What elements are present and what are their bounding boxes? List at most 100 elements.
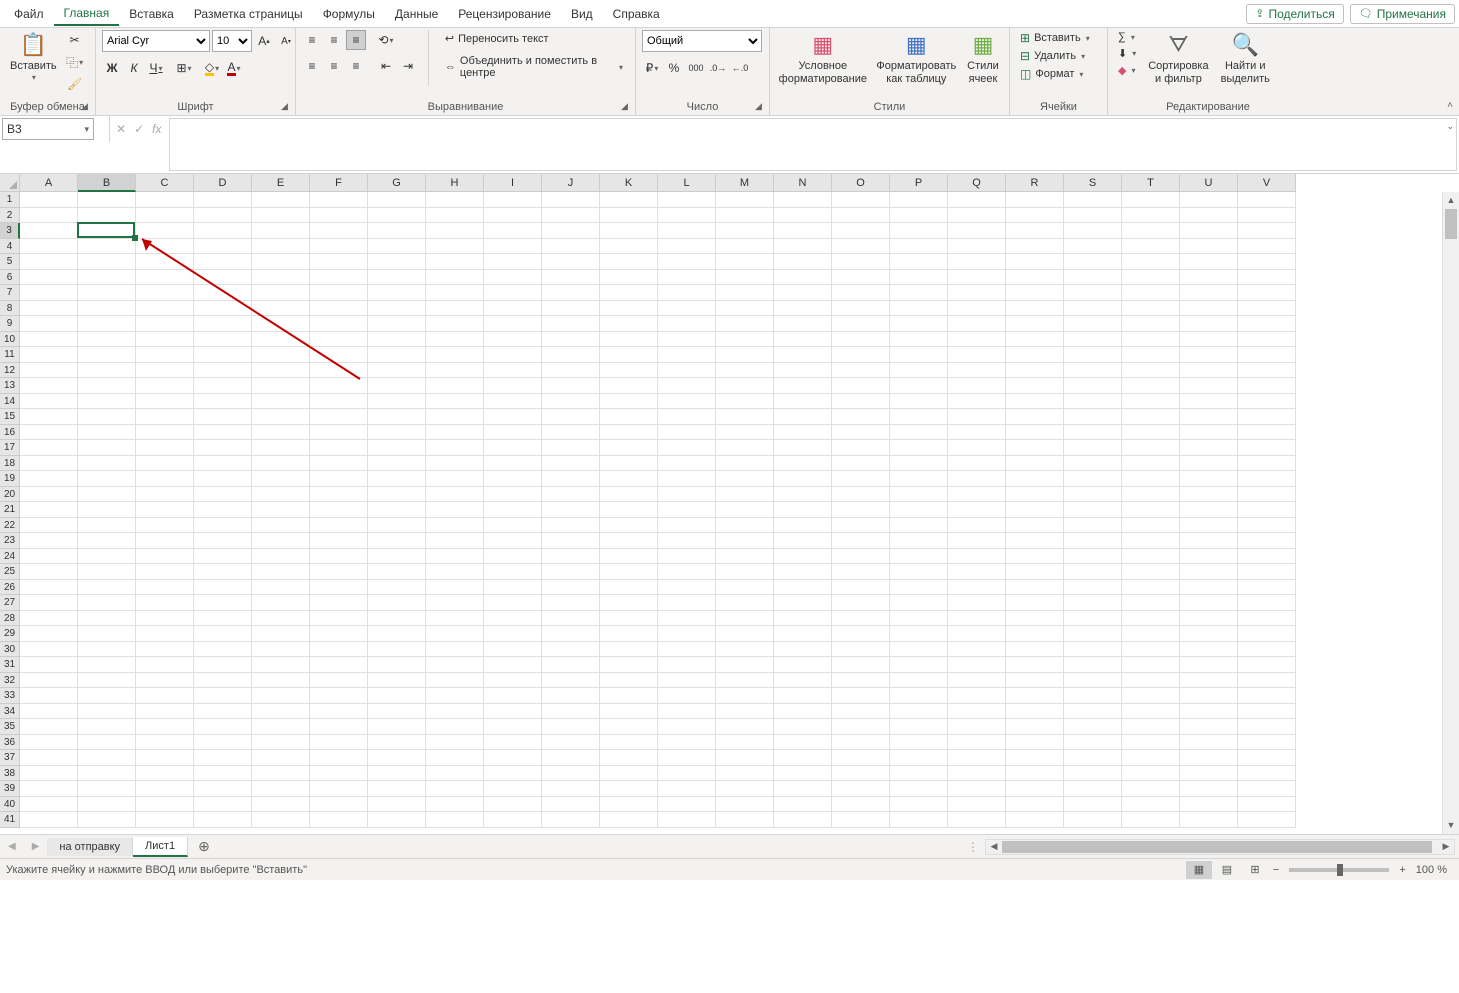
menu-data[interactable]: Данные bbox=[385, 3, 448, 25]
increase-indent-button[interactable]: ⇥ bbox=[398, 56, 418, 76]
row-header-24[interactable]: 24 bbox=[0, 549, 20, 565]
percent-button[interactable]: % bbox=[664, 58, 684, 78]
align-top-button[interactable]: ≡ bbox=[302, 30, 322, 50]
column-header-G[interactable]: G bbox=[368, 174, 426, 192]
row-header-41[interactable]: 41 bbox=[0, 812, 20, 828]
increase-decimal-button[interactable]: .0→ bbox=[708, 58, 728, 78]
find-select-button[interactable]: 🔍 Найти и выделить bbox=[1217, 30, 1274, 88]
paste-button[interactable]: 📋 Вставить ▾ bbox=[6, 30, 61, 84]
row-header-36[interactable]: 36 bbox=[0, 735, 20, 751]
column-header-B[interactable]: B bbox=[78, 174, 136, 192]
orientation-button[interactable]: ⟲▾ bbox=[376, 30, 396, 50]
cut-button[interactable]: ✂ bbox=[65, 30, 85, 50]
merge-center-button[interactable]: ⇔Объединить и поместить в центре▾ bbox=[439, 53, 629, 81]
column-header-T[interactable]: T bbox=[1122, 174, 1180, 192]
menu-review[interactable]: Рецензирование bbox=[448, 3, 561, 25]
page-layout-view-button[interactable]: ▤ bbox=[1214, 861, 1240, 879]
borders-button[interactable]: ⊞▾ bbox=[174, 58, 194, 78]
enter-formula-button[interactable]: ✓ bbox=[134, 122, 144, 136]
row-header-38[interactable]: 38 bbox=[0, 766, 20, 782]
row-header-7[interactable]: 7 bbox=[0, 285, 20, 301]
column-header-D[interactable]: D bbox=[194, 174, 252, 192]
column-header-A[interactable]: A bbox=[20, 174, 78, 192]
row-header-22[interactable]: 22 bbox=[0, 518, 20, 534]
tab-split-handle[interactable]: ⋮ bbox=[961, 840, 985, 854]
row-header-13[interactable]: 13 bbox=[0, 378, 20, 394]
row-header-40[interactable]: 40 bbox=[0, 797, 20, 813]
row-header-32[interactable]: 32 bbox=[0, 673, 20, 689]
decrease-font-button[interactable]: A▾ bbox=[276, 31, 296, 51]
column-header-J[interactable]: J bbox=[542, 174, 600, 192]
select-all-corner[interactable] bbox=[0, 174, 20, 192]
scroll-down-button[interactable]: ▼ bbox=[1443, 817, 1459, 834]
row-header-10[interactable]: 10 bbox=[0, 332, 20, 348]
format-painter-button[interactable]: 🖌 bbox=[65, 74, 85, 94]
menu-formulas[interactable]: Формулы bbox=[313, 3, 385, 25]
cells-area[interactable] bbox=[20, 192, 1296, 828]
zoom-in-button[interactable]: + bbox=[1395, 864, 1409, 876]
menu-help[interactable]: Справка bbox=[603, 3, 670, 25]
column-header-O[interactable]: O bbox=[832, 174, 890, 192]
font-color-button[interactable]: A▾ bbox=[224, 58, 244, 78]
increase-font-button[interactable]: A▴ bbox=[254, 31, 274, 51]
align-bottom-button[interactable]: ≡ bbox=[346, 30, 366, 50]
menu-page-layout[interactable]: Разметка страницы bbox=[184, 3, 313, 25]
zoom-slider[interactable] bbox=[1289, 868, 1389, 872]
sort-filter-button[interactable]: ᗊ Сортировка и фильтр bbox=[1144, 30, 1212, 88]
format-cells-button[interactable]: ◫Формат▾ bbox=[1016, 66, 1094, 82]
number-format-select[interactable]: Общий bbox=[642, 30, 762, 52]
sheet-tab-0[interactable]: на отправку bbox=[47, 838, 133, 856]
bold-button[interactable]: Ж bbox=[102, 58, 122, 78]
align-center-button[interactable]: ≡ bbox=[324, 56, 344, 76]
zoom-percent[interactable]: 100 % bbox=[1410, 864, 1453, 876]
row-header-21[interactable]: 21 bbox=[0, 502, 20, 518]
row-header-37[interactable]: 37 bbox=[0, 750, 20, 766]
row-header-9[interactable]: 9 bbox=[0, 316, 20, 332]
decrease-decimal-button[interactable]: ←.0 bbox=[730, 58, 750, 78]
column-header-H[interactable]: H bbox=[426, 174, 484, 192]
fill-button[interactable]: ⬇▾ bbox=[1114, 46, 1140, 61]
row-header-4[interactable]: 4 bbox=[0, 239, 20, 255]
font-name-select[interactable]: Arial Cyr bbox=[102, 30, 210, 52]
row-header-8[interactable]: 8 bbox=[0, 301, 20, 317]
row-header-35[interactable]: 35 bbox=[0, 719, 20, 735]
cell-styles-button[interactable]: ▦ Стили ячеек bbox=[963, 30, 1003, 88]
align-left-button[interactable]: ≡ bbox=[302, 56, 322, 76]
decrease-indent-button[interactable]: ⇤ bbox=[376, 56, 396, 76]
scroll-left-button[interactable]: ◀ bbox=[986, 841, 1002, 852]
column-header-L[interactable]: L bbox=[658, 174, 716, 192]
page-break-view-button[interactable]: ⊞ bbox=[1242, 861, 1268, 879]
alignment-dialog-launcher[interactable]: ◢ bbox=[621, 101, 633, 113]
column-header-S[interactable]: S bbox=[1064, 174, 1122, 192]
font-dialog-launcher[interactable]: ◢ bbox=[281, 101, 293, 113]
row-header-29[interactable]: 29 bbox=[0, 626, 20, 642]
row-header-3[interactable]: 3 bbox=[0, 223, 20, 239]
menu-home[interactable]: Главная bbox=[54, 2, 120, 26]
row-header-26[interactable]: 26 bbox=[0, 580, 20, 596]
delete-cells-button[interactable]: ⊟Удалить▾ bbox=[1016, 48, 1094, 64]
column-header-P[interactable]: P bbox=[890, 174, 948, 192]
column-header-K[interactable]: K bbox=[600, 174, 658, 192]
row-header-14[interactable]: 14 bbox=[0, 394, 20, 410]
row-header-34[interactable]: 34 bbox=[0, 704, 20, 720]
font-size-select[interactable]: 10 bbox=[212, 30, 252, 52]
clear-button[interactable]: ◆▾ bbox=[1114, 63, 1140, 78]
row-header-16[interactable]: 16 bbox=[0, 425, 20, 441]
row-header-17[interactable]: 17 bbox=[0, 440, 20, 456]
selected-cell[interactable] bbox=[77, 222, 135, 238]
fill-handle[interactable] bbox=[132, 235, 138, 241]
comments-button[interactable]: 🗨Примечания bbox=[1350, 4, 1455, 24]
collapse-ribbon-button[interactable]: ˄ bbox=[1447, 100, 1453, 111]
column-header-N[interactable]: N bbox=[774, 174, 832, 192]
add-sheet-button[interactable]: ⊕ bbox=[188, 838, 220, 855]
column-header-U[interactable]: U bbox=[1180, 174, 1238, 192]
normal-view-button[interactable]: ▦ bbox=[1186, 861, 1212, 879]
format-as-table-button[interactable]: ▦ Форматировать как таблицу bbox=[874, 30, 959, 88]
zoom-out-button[interactable]: − bbox=[1269, 864, 1283, 876]
row-header-20[interactable]: 20 bbox=[0, 487, 20, 503]
row-header-25[interactable]: 25 bbox=[0, 564, 20, 580]
hscroll-thumb[interactable] bbox=[1002, 841, 1432, 853]
row-header-31[interactable]: 31 bbox=[0, 657, 20, 673]
fill-color-button[interactable]: ◇▾ bbox=[202, 58, 222, 78]
row-header-2[interactable]: 2 bbox=[0, 208, 20, 224]
